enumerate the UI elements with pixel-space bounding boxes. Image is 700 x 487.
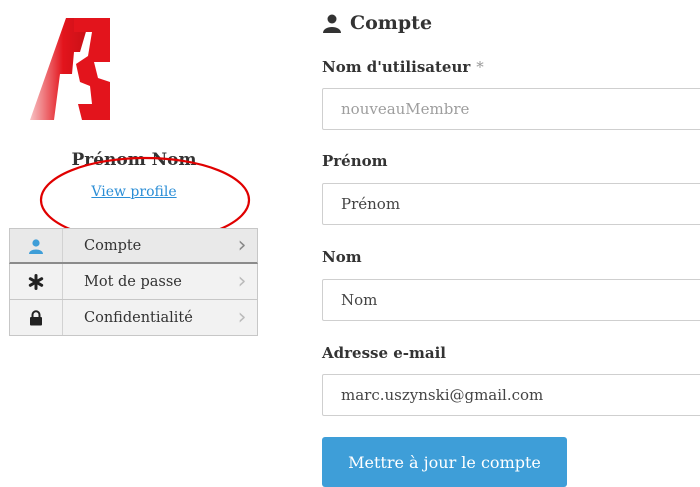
account-menu: Compte › Mot de passe › Confidentialité … xyxy=(9,228,258,336)
required-marker: * xyxy=(476,58,484,76)
email-input[interactable] xyxy=(322,374,700,416)
firstname-input[interactable] xyxy=(322,183,700,225)
section-title: Compte xyxy=(322,12,432,34)
menu-item-mot-de-passe[interactable]: Mot de passe › xyxy=(9,264,258,300)
chevron-right-icon: › xyxy=(237,269,247,294)
email-label: Adresse e-mail xyxy=(322,344,446,362)
user-icon xyxy=(323,14,341,33)
menu-item-label: Mot de passe xyxy=(84,273,182,290)
menu-item-compte[interactable]: Compte › xyxy=(9,228,258,264)
user-display-name: Prénom Nom xyxy=(71,150,197,170)
menu-item-confidentialite[interactable]: Confidentialité › xyxy=(9,300,258,336)
user-icon xyxy=(10,229,63,262)
update-account-button[interactable]: Mettre à jour le compte xyxy=(322,437,567,487)
menu-item-label: Compte xyxy=(84,237,142,254)
site-logo xyxy=(30,18,110,120)
firstname-label: Prénom xyxy=(322,152,388,170)
lastname-input[interactable] xyxy=(322,279,700,321)
menu-item-label: Confidentialité xyxy=(84,309,193,326)
section-title-text: Compte xyxy=(350,12,433,34)
view-profile-link[interactable]: View profile xyxy=(60,184,208,200)
asterisk-icon xyxy=(10,264,63,299)
lock-icon xyxy=(10,300,63,335)
username-input[interactable] xyxy=(322,88,700,130)
chevron-right-icon: › xyxy=(237,233,247,258)
lastname-label: Nom xyxy=(322,248,362,266)
username-label: Nom d'utilisateur * xyxy=(322,58,484,76)
username-label-text: Nom d'utilisateur xyxy=(322,58,471,76)
chevron-right-icon: › xyxy=(237,305,247,330)
